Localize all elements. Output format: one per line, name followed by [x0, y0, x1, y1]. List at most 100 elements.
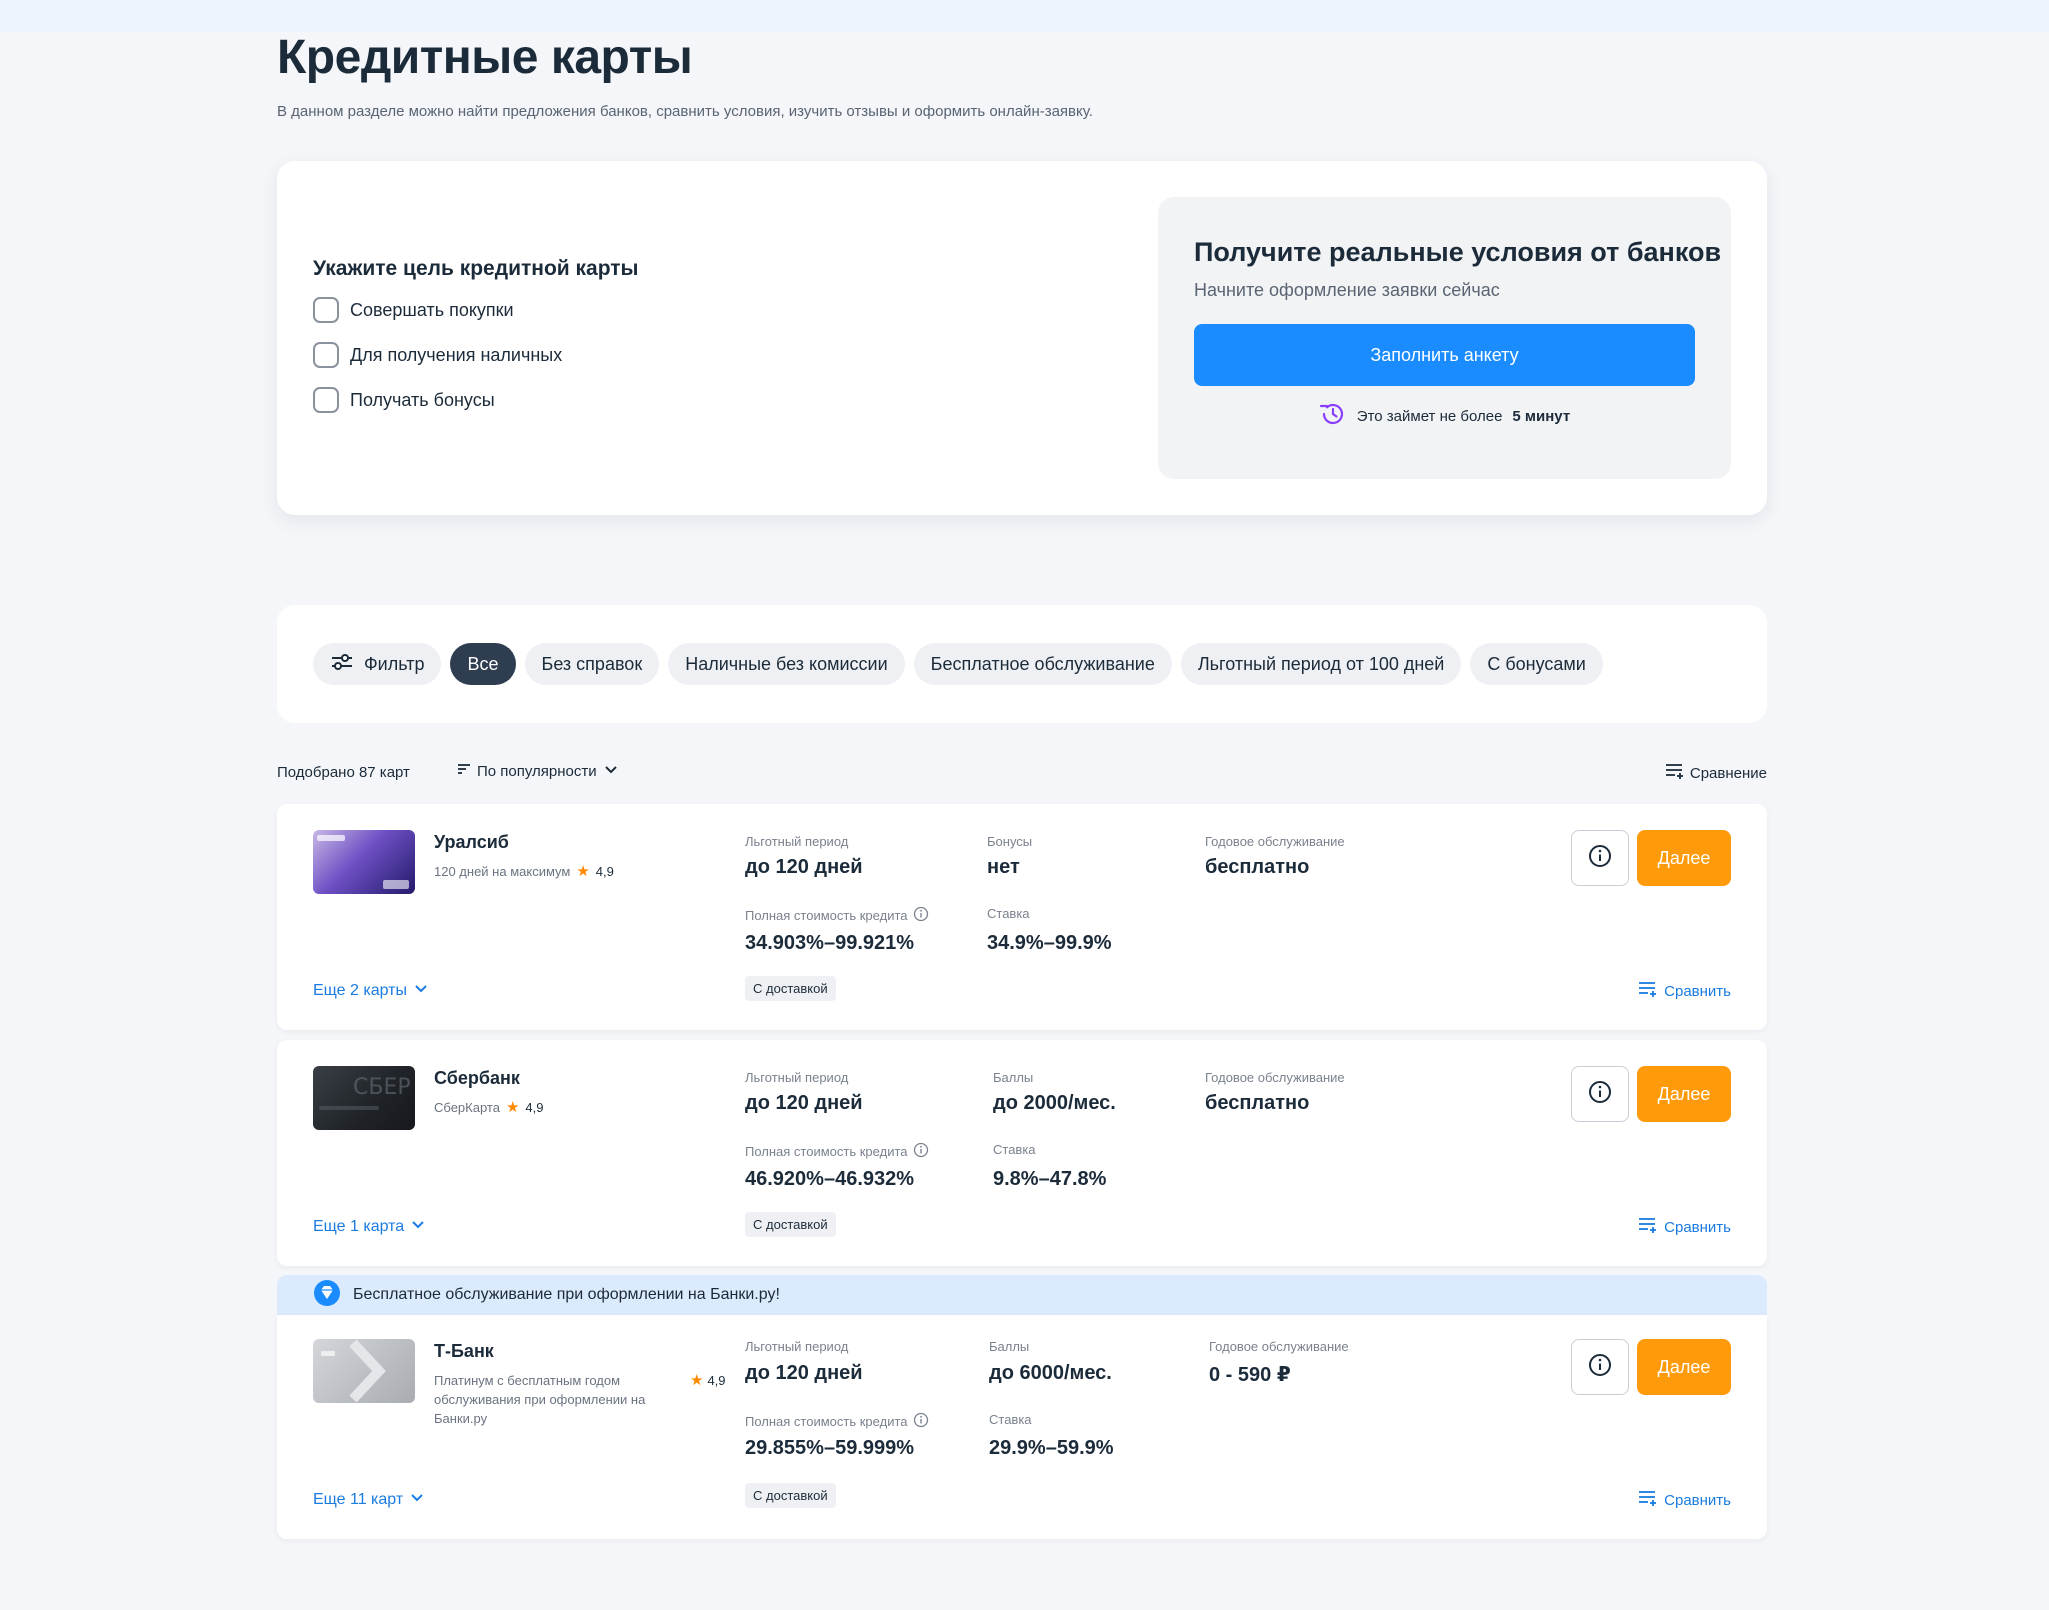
checkbox[interactable] [313, 387, 339, 413]
chip-grace-100[interactable]: Льготный период от 100 дней [1180, 643, 1462, 685]
results-bar: Подобрано 87 карт По популярности Сравне… [277, 760, 1767, 784]
chevron-down-icon [603, 763, 619, 780]
chip-cash-no-fee[interactable]: Наличные без комиссии [668, 643, 905, 685]
promo-panel: Получите реальные условия от банков Начн… [1158, 197, 1731, 479]
purpose-option-label: Для получения наличных [350, 344, 563, 365]
card-subtitle-text: Платинум с бесплатным годом обслуживания… [434, 1373, 646, 1426]
bonus-value: нет [987, 856, 1020, 878]
bonus-value: до 2000/мес. [993, 1092, 1116, 1114]
rate-value: 9.8%–47.8% [993, 1168, 1107, 1190]
diamond-badge-icon [313, 1279, 341, 1312]
next-button[interactable]: Далее [1637, 830, 1731, 886]
card-subtitle-text: СберКарта [434, 1099, 500, 1115]
info-button[interactable] [1571, 1066, 1629, 1122]
cost-value: 29.855%–59.999% [745, 1437, 915, 1459]
card-image[interactable]: СБЕР [313, 1066, 415, 1130]
cost-label: Полная стоимость кредита [745, 906, 929, 925]
filter-button[interactable]: Фильтр [313, 643, 442, 685]
grace-value: до 120 дней [745, 1092, 863, 1114]
cost-value: 46.920%–46.932% [745, 1168, 915, 1190]
bank-name[interactable]: Т-Банк [434, 1341, 494, 1362]
bank-name[interactable]: Уралсиб [434, 832, 509, 853]
info-circle-icon[interactable] [913, 906, 929, 925]
offer-card-tbank: Т-Банк Платинум с бесплатным годом обслу… [277, 1315, 1767, 1539]
more-cards-link[interactable]: Еще 2 карты [313, 982, 429, 1000]
grace-label: Льготный период [745, 1070, 849, 1085]
fill-form-button[interactable]: Заполнить анкету [1194, 324, 1695, 386]
grace-value: до 120 дней [745, 856, 863, 878]
card-subtitle: СберКарта ★ 4,9 [434, 1098, 543, 1116]
card-subtitle-text: 120 дней на максимум [434, 863, 571, 879]
compare-button[interactable]: Сравнить [1638, 1216, 1731, 1238]
chip-no-docs[interactable]: Без справок [524, 643, 660, 685]
info-circle-icon[interactable] [913, 1142, 929, 1161]
chip-bonuses[interactable]: С бонусами [1470, 643, 1603, 685]
rating: 4,9 [525, 1099, 544, 1115]
purpose-title: Укажите цель кредитной карты [313, 257, 639, 280]
filter-chips: Фильтр Все Без справок Наличные без коми… [313, 643, 1603, 685]
promo-note: Это займет не более 5 минут [1158, 401, 1731, 431]
cost-value: 34.903%–99.921% [745, 932, 915, 954]
more-cards-link[interactable]: Еще 1 карта [313, 1218, 426, 1236]
cost-label: Полная стоимость кредита [745, 1142, 929, 1161]
compare-button[interactable]: Сравнить [1638, 1489, 1731, 1511]
chevron-down-icon [409, 1491, 425, 1509]
filter-label: Фильтр [364, 653, 425, 674]
next-button[interactable]: Далее [1637, 1066, 1731, 1122]
page-title: Кредитные карты [277, 31, 693, 84]
info-button[interactable] [1571, 1339, 1629, 1395]
sort-label: По популярности [477, 762, 597, 780]
cost-label-text: Полная стоимость кредита [745, 908, 908, 923]
rate-value: 34.9%–99.9% [987, 932, 1112, 954]
checkbox[interactable] [313, 342, 339, 368]
next-button[interactable]: Далее [1637, 1339, 1731, 1395]
results-count: Подобрано 87 карт [277, 764, 410, 781]
bonus-label: Баллы [989, 1339, 1030, 1354]
filters-card: Фильтр Все Без справок Наличные без коми… [277, 605, 1767, 723]
page-subtitle: В данном разделе можно найти предложения… [277, 103, 1093, 120]
rate-label: Ставка [993, 1142, 1036, 1157]
bonus-value: до 6000/мес. [989, 1362, 1112, 1384]
grace-label: Льготный период [745, 834, 849, 849]
purpose-option-label: Совершать покупки [350, 299, 514, 320]
purpose-option-label: Получать бонусы [350, 389, 495, 410]
bonus-label: Баллы [993, 1070, 1034, 1085]
purpose-option-bonuses[interactable]: Получать бонусы [313, 387, 495, 413]
service-label: Годовое обслуживание [1205, 834, 1345, 849]
offer-card-sberbank: СБЕР Сбербанк СберКарта ★ 4,9 Льготный п… [277, 1040, 1767, 1266]
bonus-label: Бонусы [987, 834, 1033, 849]
info-circle-icon[interactable] [913, 1412, 929, 1431]
compare-label: Сравнить [1664, 1491, 1731, 1509]
card-rating: ★ 4,9 [690, 1371, 726, 1389]
star-icon: ★ [690, 1372, 704, 1389]
bank-name[interactable]: Сбербанк [434, 1068, 520, 1089]
sort-dropdown[interactable]: По популярности [457, 762, 619, 780]
delivery-tag: С доставкой [745, 1483, 836, 1508]
info-icon [1588, 1080, 1612, 1109]
compare-button[interactable]: Сравнить [1638, 980, 1731, 1002]
purpose-option-cash[interactable]: Для получения наличных [313, 342, 562, 368]
rating: 4,9 [707, 1372, 726, 1388]
info-button[interactable] [1571, 830, 1629, 886]
card-image[interactable] [313, 830, 415, 894]
promo-note-text: Это займет не более [1356, 407, 1503, 425]
offer-card-uralsib: Уралсиб 120 дней на максимум ★ 4,9 Льгот… [277, 804, 1767, 1030]
compare-link[interactable]: Сравнение [1665, 762, 1767, 784]
promo-banner-text: Бесплатное обслуживание при оформлении н… [353, 1286, 780, 1303]
more-cards-label: Еще 1 карта [313, 1218, 405, 1235]
checkbox[interactable] [313, 297, 339, 323]
chevron-down-icon [410, 1218, 426, 1236]
service-label: Годовое обслуживание [1205, 1070, 1345, 1085]
card-image[interactable] [313, 1339, 415, 1403]
info-icon [1588, 844, 1612, 873]
cost-label-text: Полная стоимость кредита [745, 1144, 908, 1159]
more-cards-link[interactable]: Еще 11 карт [313, 1491, 425, 1509]
service-value: бесплатно [1205, 856, 1310, 878]
chip-all[interactable]: Все [450, 643, 516, 685]
promo-note-duration: 5 минут [1512, 407, 1571, 425]
star-icon: ★ [576, 863, 590, 880]
chip-free-service[interactable]: Бесплатное обслуживание [913, 643, 1172, 685]
star-icon: ★ [505, 1099, 520, 1116]
compare-label: Сравнить [1664, 1218, 1731, 1236]
purpose-option-purchases[interactable]: Совершать покупки [313, 297, 514, 323]
